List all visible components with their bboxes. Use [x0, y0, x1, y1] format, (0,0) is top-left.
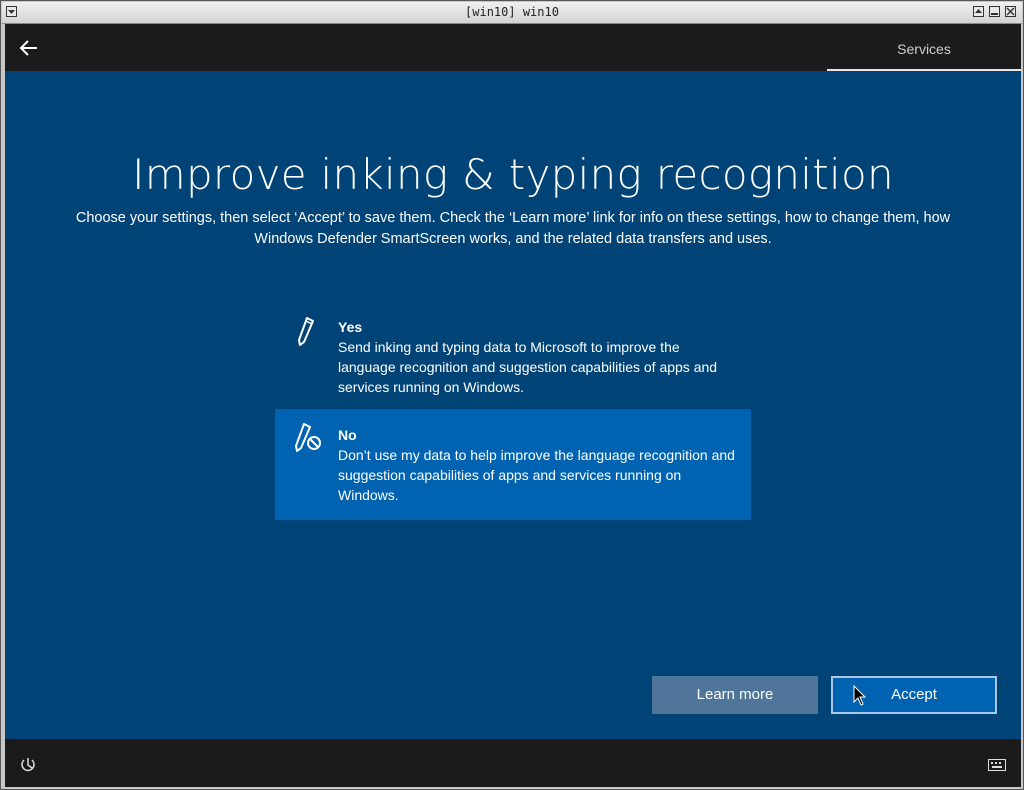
option-no-description: Don’t use my data to help improve the la… — [338, 447, 735, 503]
page-intro: Choose your settings, then select ‘Accep… — [75, 210, 951, 247]
active-tab-indicator — [827, 69, 1021, 71]
tab-services-label: Services — [897, 41, 951, 57]
pen-icon — [293, 315, 317, 347]
window-titlebar[interactable]: [win10] win10 — [2, 2, 1022, 24]
learn-more-button[interactable]: Learn more — [652, 676, 818, 714]
window-shade-button[interactable] — [973, 6, 984, 17]
mouse-cursor-icon — [853, 684, 867, 707]
tab-services[interactable]: Services — [827, 24, 1021, 71]
window-frame: [win10] win10 Services Improve inking & … — [0, 0, 1024, 790]
window-minimize-button[interactable] — [989, 6, 1000, 17]
option-yes[interactable]: Yes Send inking and typing data to Micro… — [275, 307, 751, 413]
pen-blocked-icon — [293, 421, 321, 453]
page-title: Improve inking & typing recognition — [132, 150, 894, 199]
window-close-button[interactable] — [1005, 6, 1016, 17]
ease-of-access-icon[interactable] — [19, 756, 37, 774]
window-title: [win10] win10 — [465, 5, 559, 19]
back-arrow-icon[interactable] — [17, 36, 41, 60]
option-no-label: No — [338, 427, 357, 443]
top-bar: Services — [5, 24, 1021, 71]
bottom-bar — [5, 739, 1021, 787]
oobe-screen: Services Improve inking & typing recogni… — [5, 24, 1021, 787]
option-yes-label: Yes — [338, 319, 363, 335]
keyboard-icon[interactable] — [988, 758, 1006, 771]
option-yes-description: Send inking and typing data to Microsoft… — [338, 339, 718, 395]
option-no[interactable]: No Don’t use my data to help improve the… — [275, 409, 751, 520]
